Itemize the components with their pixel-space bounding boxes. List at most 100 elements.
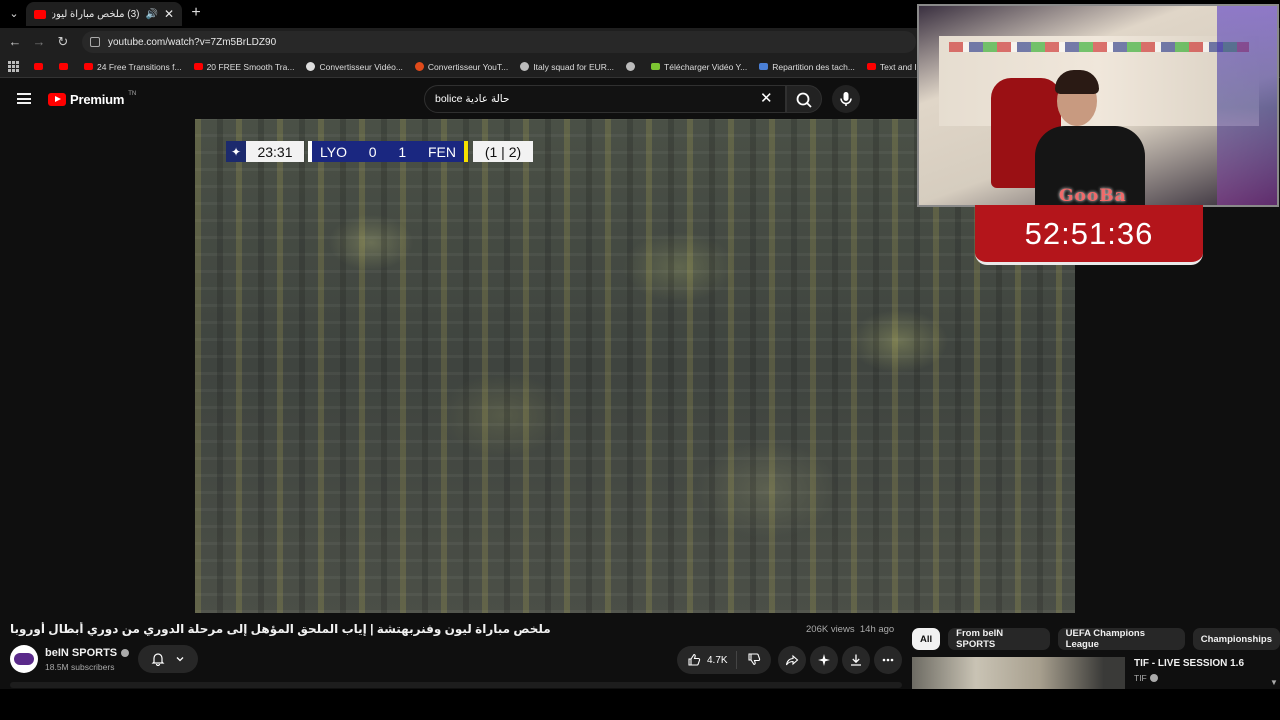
search-input[interactable]: bolice حالة عادية: [424, 85, 786, 113]
bookmark-favicon-icon: [414, 62, 424, 71]
filter-chip[interactable]: UEFA Champions League: [1057, 628, 1185, 650]
video-meta: 206K views 14h ago: [806, 624, 894, 635]
champions-league-star-icon: ✦: [226, 141, 246, 162]
clear-search-icon[interactable]: ✕: [760, 91, 773, 106]
streamer-webcam: GooBa: [917, 4, 1279, 207]
upload-age: 14h ago: [859, 624, 895, 635]
away-team: FEN: [427, 143, 456, 160]
notification-bell-button[interactable]: [138, 645, 198, 673]
bookmark-label: Italy squad for EUR...: [533, 61, 615, 72]
bookmark-label: 24 Free Transitions f...: [97, 61, 182, 72]
recommended-channel-row[interactable]: TIF: [1134, 673, 1158, 683]
logo-country-code: TN: [128, 90, 137, 97]
dislike-button[interactable]: [737, 652, 761, 669]
share-button[interactable]: [778, 646, 806, 674]
bookmark-label: Convertisseur YouT...: [427, 61, 509, 72]
youtube-favicon-icon: [34, 9, 46, 19]
home-score: 0: [368, 143, 377, 160]
thumbs-up-icon: [688, 653, 701, 666]
webcam-flags: [949, 42, 1249, 52]
bookmark-label: Repartition des tach...: [772, 61, 855, 72]
browser-tab[interactable]: (3) ملخص مباراة ليون وفنربهتشة | إياب 🔊 …: [26, 2, 182, 26]
like-count: 4.7K: [707, 654, 728, 666]
view-count: 206K views: [806, 624, 855, 635]
reload-icon[interactable]: ↻: [54, 33, 72, 51]
bookmark-item[interactable]: [34, 63, 47, 70]
aggregate-score: (1 | 2): [473, 141, 533, 162]
forward-arrow-icon[interactable]: →: [30, 33, 48, 51]
tab-search-chevron-icon[interactable]: ⌄: [6, 6, 22, 22]
chevron-down-icon: [176, 657, 184, 662]
youtube-play-logo-icon: [48, 93, 66, 106]
bookmark-favicon-icon: [59, 63, 68, 70]
bookmark-favicon-icon: [759, 63, 769, 70]
bookmark-item[interactable]: Italy squad for EUR...: [520, 62, 614, 72]
download-icon: [851, 654, 861, 666]
apps-grid-icon[interactable]: [8, 60, 20, 73]
bookmark-favicon-icon: [193, 63, 203, 70]
filter-chip[interactable]: Championships: [1192, 628, 1280, 650]
search-query-text: bolice حالة عادية: [435, 93, 510, 105]
download-button[interactable]: [842, 646, 870, 674]
back-arrow-icon[interactable]: ←: [6, 33, 24, 51]
bookmark-favicon-icon: [34, 63, 43, 70]
filter-chip[interactable]: All: [912, 628, 941, 650]
streamer-hair: [1055, 70, 1099, 94]
channel-name-row[interactable]: beIN SPORTS: [45, 647, 130, 659]
bookmark-favicon-icon: [866, 63, 876, 70]
streamer-tag: GooBa: [1059, 186, 1127, 206]
bookmark-favicon-icon: [306, 62, 316, 71]
bookmark-item[interactable]: 20 FREE Smooth Tra...: [193, 61, 295, 72]
away-score: 1: [398, 143, 407, 160]
tab-close-icon[interactable]: ✕: [164, 7, 174, 21]
bookmark-item[interactable]: 24 Free Transitions f...: [84, 62, 182, 72]
bookmark-item[interactable]: [59, 63, 72, 70]
new-tab-plus-icon[interactable]: +: [188, 4, 204, 22]
voice-search-button[interactable]: [832, 85, 860, 113]
channel-avatar[interactable]: [10, 645, 38, 673]
bookmark-label: Convertisseur Vidéo...: [319, 61, 403, 72]
bell-icon: [151, 653, 165, 666]
url-text: youtube.com/watch?v=7Zm5BrLDZ90: [108, 36, 277, 48]
logo-text: Premium: [70, 92, 125, 107]
scroll-down-arrow-icon[interactable]: ▼: [1270, 678, 1278, 687]
recommended-title[interactable]: TIF - LIVE SESSION 1.6: [1134, 658, 1244, 669]
filter-chip[interactable]: From beIN SPORTS: [948, 628, 1050, 650]
tab-title: (3) ملخص مباراة ليون وفنربهتشة | إياب: [52, 8, 140, 20]
related-filter-chips: All From beIN SPORTS UEFA Champions League…: [912, 628, 1280, 650]
ask-ai-button[interactable]: [810, 646, 838, 674]
bookmark-label: Télécharger Vidéo Y...: [664, 61, 748, 72]
channel-name: beIN SPORTS: [45, 647, 118, 659]
video-title: ملخص مباراة ليون وفنربهتشة | إياب الملحق…: [10, 622, 551, 636]
bookmark-label: 20 FREE Smooth Tra...: [206, 61, 295, 72]
search-button[interactable]: [786, 85, 822, 113]
stream-timer: 52:51:36: [975, 205, 1203, 265]
rgb-lighting: [1217, 6, 1277, 205]
bookmark-favicon-icon: [651, 63, 661, 70]
bookmark-item[interactable]: Convertisseur YouT...: [414, 61, 509, 72]
more-actions-button[interactable]: [874, 646, 902, 674]
subscriber-count: 18.5M subscribers: [45, 662, 115, 672]
youtube-premium-logo[interactable]: Premium TN: [48, 90, 137, 107]
search-icon: [796, 92, 812, 108]
share-arrow-icon: [785, 654, 799, 666]
menu-hamburger-icon[interactable]: [17, 93, 31, 104]
speaker-icon[interactable]: 🔊: [145, 9, 157, 20]
screen: ⌄ (3) ملخص مباراة ليون وفنربهتشة | إياب …: [0, 0, 1280, 720]
verified-check-icon: [121, 649, 130, 657]
address-bar[interactable]: youtube.com/watch?v=7Zm5BrLDZ90: [82, 31, 916, 53]
site-info-icon[interactable]: [90, 37, 100, 47]
like-button[interactable]: 4.7K: [677, 651, 737, 669]
recommended-thumbnail[interactable]: [912, 657, 1125, 689]
bookmark-item[interactable]: Convertisseur Vidéo...: [306, 61, 403, 72]
bookmark-favicon-icon: [520, 62, 530, 71]
score-panel: LYO 0 1 FEN: [308, 141, 468, 162]
bookmark-favicon-icon: [84, 63, 93, 70]
bookmark-item[interactable]: [626, 62, 639, 71]
bookmark-item[interactable]: Repartition des tach...: [759, 62, 855, 72]
verified-check-icon: [1149, 674, 1158, 682]
bookmark-item[interactable]: Télécharger Vidéo Y...: [651, 62, 747, 72]
thumbs-down-icon: [748, 652, 761, 665]
description-box-edge: [10, 682, 902, 688]
like-dislike-group: 4.7K: [677, 646, 771, 674]
